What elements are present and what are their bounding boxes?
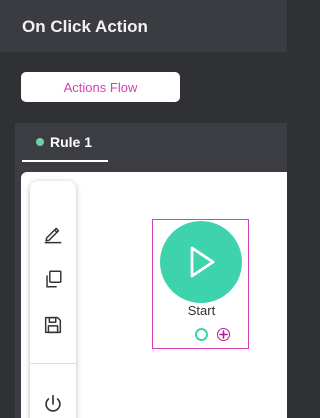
- save-icon: [44, 316, 62, 334]
- add-action-button[interactable]: [217, 328, 230, 341]
- edit-button[interactable]: [30, 216, 76, 250]
- toolbar-divider: [30, 363, 76, 364]
- copy-icon: [46, 270, 62, 288]
- power-button[interactable]: [30, 387, 76, 418]
- actions-flow-button[interactable]: Actions Flow: [21, 72, 180, 102]
- play-icon: [190, 246, 215, 278]
- tab-label: Rule 1: [50, 134, 93, 150]
- pencil-icon: [44, 227, 62, 244]
- save-button[interactable]: [30, 308, 76, 342]
- duplicate-button[interactable]: [30, 262, 76, 296]
- rule-status-dot: [36, 138, 44, 146]
- start-node-label: Start: [187, 303, 216, 318]
- output-connector[interactable]: [195, 328, 208, 341]
- plus-icon: [219, 330, 228, 339]
- on-click-action-window: On Click Action Actions Flow Rule 1 Star…: [0, 0, 287, 418]
- start-node[interactable]: Start: [152, 219, 249, 349]
- title-bar: On Click Action: [0, 0, 287, 52]
- start-node-circle: [160, 221, 242, 303]
- canvas-toolbar: [30, 181, 76, 418]
- power-icon: [45, 394, 61, 412]
- window-title: On Click Action: [22, 17, 148, 36]
- tab-rule-1[interactable]: Rule 1: [22, 124, 108, 162]
